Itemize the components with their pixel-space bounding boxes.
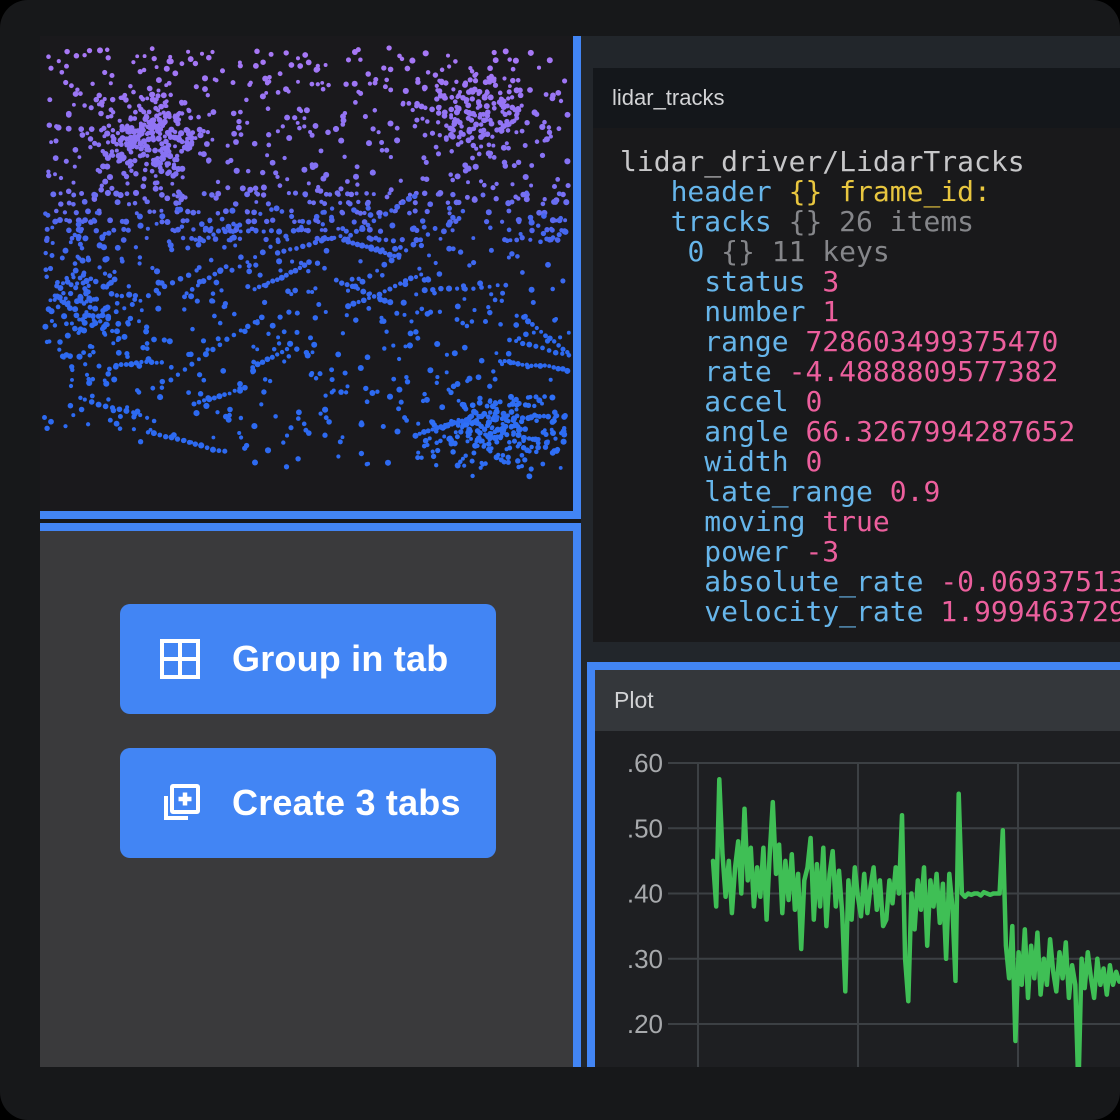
raw-messages-panel[interactable]: lidar_tracks lidar_driver/LidarTracks he… — [593, 68, 1120, 642]
svg-text:.30: .30 — [627, 944, 663, 974]
svg-text:.60: .60 — [627, 748, 663, 778]
raw-message-line: accel 0 — [620, 387, 1120, 417]
raw-message-line: 0 {} 11 keys — [620, 237, 1120, 267]
plot-panel[interactable]: Plot .60 .50 .40 .30 .20 — [587, 662, 1120, 1067]
group-in-tab-label: Group in tab — [232, 638, 448, 680]
raw-message-line: width 0 — [620, 447, 1120, 477]
svg-text:.40: .40 — [627, 879, 663, 909]
plot-chart-area[interactable]: .60 .50 .40 .30 .20 — [595, 731, 1120, 1067]
raw-message-line: status 3 — [620, 267, 1120, 297]
raw-message-line: power -3 — [620, 537, 1120, 567]
raw-messages-panel-header[interactable]: lidar_tracks — [593, 68, 1120, 128]
create-3-tabs-button[interactable]: Create 3 tabs — [120, 748, 496, 858]
svg-text:.50: .50 — [627, 813, 663, 843]
raw-message-line: header {} frame_id: — [620, 177, 1120, 207]
svg-text:.20: .20 — [627, 1009, 663, 1039]
plot-panel-header[interactable]: Plot — [595, 670, 1120, 731]
create-tabs-icon — [156, 779, 204, 827]
raw-message-line: late_range 0.9 — [620, 477, 1120, 507]
raw-message-line: range 728603499375470 — [620, 327, 1120, 357]
raw-message-line: number 1 — [620, 297, 1120, 327]
app-frame: Group in tab Create 3 tabs lidar_tracks … — [0, 0, 1120, 1120]
plot-chart-canvas[interactable]: .60 .50 .40 .30 .20 — [595, 731, 1120, 1067]
pointcloud-panel[interactable] — [40, 36, 581, 519]
raw-message-line: tracks {} 26 items — [620, 207, 1120, 237]
raw-message-line: velocity_rate 1.9994637298 — [620, 597, 1120, 627]
raw-message-line: angle 66.3267994287652 — [620, 417, 1120, 447]
panel-selection-overlay[interactable]: Group in tab Create 3 tabs — [40, 523, 581, 1067]
raw-messages-panel-title: lidar_tracks — [612, 85, 724, 111]
create-3-tabs-label: Create 3 tabs — [232, 782, 461, 824]
raw-message-line: moving true — [620, 507, 1120, 537]
pointcloud-canvas[interactable] — [40, 36, 573, 511]
plot-panel-title: Plot — [614, 687, 654, 714]
raw-message-line: absolute_rate -0.069375132 — [620, 567, 1120, 597]
raw-message-tree[interactable]: lidar_driver/LidarTracks header {} frame… — [593, 128, 1120, 627]
raw-message-line: lidar_driver/LidarTracks — [620, 147, 1120, 177]
raw-message-line: rate -4.4888809577382 — [620, 357, 1120, 387]
group-in-tab-icon — [156, 635, 204, 683]
group-in-tab-button[interactable]: Group in tab — [120, 604, 496, 714]
